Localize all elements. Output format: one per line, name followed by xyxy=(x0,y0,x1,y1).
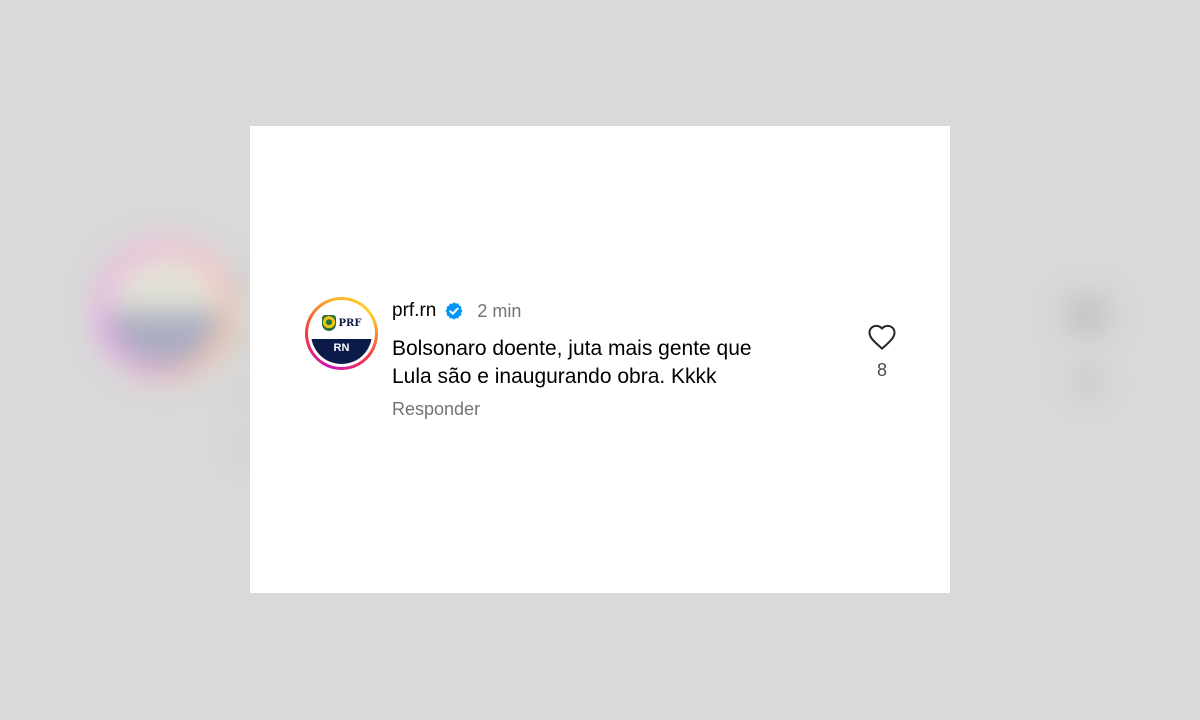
avatar-image: PRF RN xyxy=(311,303,372,364)
comment-header: prf.rn 2 min xyxy=(392,300,521,322)
like-count: 8 xyxy=(876,360,887,380)
blurred-count xyxy=(1072,368,1102,394)
heart-outline-icon[interactable] xyxy=(867,323,897,351)
comment-card: PRF RN prf.rn 2 min Bolsonaro doente, ju… xyxy=(250,126,950,593)
username-link[interactable]: prf.rn xyxy=(392,300,436,322)
blurred-avatar xyxy=(95,240,235,380)
emblem-icon xyxy=(321,315,336,331)
avatar-band-text: RN xyxy=(311,339,372,364)
avatar[interactable]: PRF RN xyxy=(305,297,378,370)
comment-text: Bolsonaro doente, juta mais gente que Lu… xyxy=(392,335,832,391)
avatar-logo: PRF xyxy=(311,303,372,339)
comment-text-line: Lula são e inaugurando obra. Kkkk xyxy=(392,365,717,388)
comment-timestamp: 2 min xyxy=(477,300,522,321)
comment-text-line: Bolsonaro doente, juta mais gente que xyxy=(392,337,752,360)
avatar-logo-text: PRF xyxy=(338,317,362,329)
verified-badge-icon xyxy=(445,302,463,320)
blurred-heart xyxy=(1062,292,1112,338)
avatar-border: PRF RN xyxy=(308,300,375,367)
reply-button[interactable]: Responder xyxy=(392,399,480,420)
